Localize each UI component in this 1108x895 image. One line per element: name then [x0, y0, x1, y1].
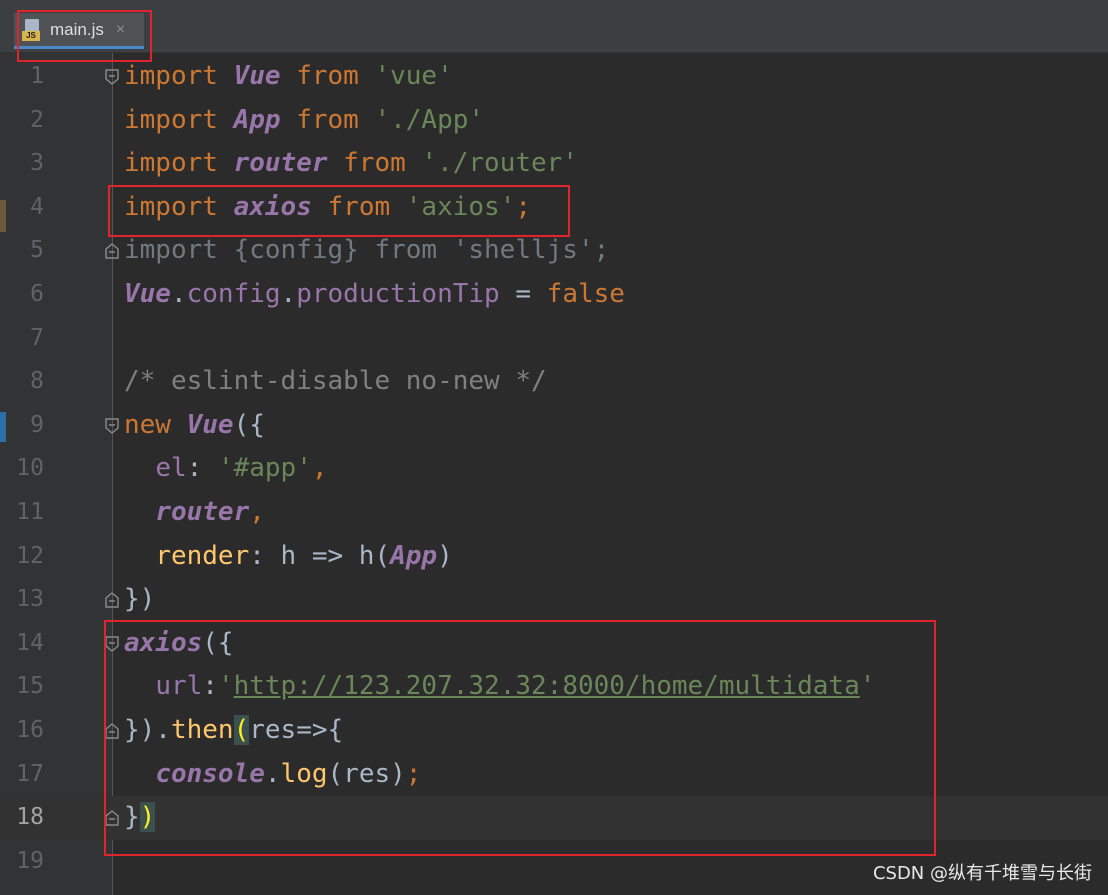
editor-tab-bar: JS main.js ×: [0, 0, 1108, 53]
code-text: import App from './App': [124, 99, 484, 143]
annotation-box-axios-call: [104, 620, 936, 856]
code-token: productionTip: [296, 278, 500, 309]
code-text: render: h => h(App): [124, 535, 453, 579]
fold-icon[interactable]: [104, 590, 120, 610]
code-token: /* eslint-disable no-new */: [124, 366, 547, 397]
line-number: 13: [16, 586, 44, 613]
line-number: 18: [16, 804, 44, 831]
code-line[interactable]: 9 new Vue({: [0, 404, 1108, 448]
code-token: '#app': [217, 453, 312, 484]
fold-icon[interactable]: [104, 241, 120, 261]
code-token: new: [124, 409, 187, 440]
code-token: ({: [233, 409, 265, 440]
line-number: 4: [30, 193, 44, 220]
code-token: import: [124, 148, 234, 179]
code-token: el: [155, 453, 187, 484]
line-number: 15: [16, 673, 44, 700]
code-token: Vue: [233, 61, 281, 91]
code-line[interactable]: 2 import App from './App': [0, 99, 1108, 143]
fold-icon[interactable]: [104, 67, 120, 87]
code-token: 'vue': [374, 61, 453, 91]
line-number: 3: [30, 150, 44, 177]
annotation-box-tab: [17, 10, 152, 62]
line-number: 14: [16, 629, 44, 656]
code-line[interactable]: 8 /* eslint-disable no-new */: [0, 360, 1108, 404]
code-text: el: '#app',: [124, 447, 328, 491]
code-text: import Vue from 'vue': [124, 55, 453, 99]
code-text: import router from './router': [124, 142, 578, 186]
code-token: render: [155, 540, 250, 571]
code-token: import: [124, 104, 234, 135]
watermark: CSDN @纵有千堆雪与长街: [872, 863, 1092, 884]
fold-icon[interactable]: [104, 416, 120, 436]
code-token: .: [170, 278, 187, 309]
line-number: 8: [30, 368, 44, 395]
line-number: 12: [16, 542, 44, 569]
code-token: Vue: [186, 409, 234, 440]
code-token: }): [124, 584, 156, 615]
code-token: false: [546, 278, 625, 309]
code-line[interactable]: 7: [0, 317, 1108, 361]
line-number: 2: [30, 106, 44, 133]
code-token: import {config} from 'shelljs';: [124, 235, 610, 266]
code-token: from: [280, 104, 375, 135]
code-token: :: [186, 453, 218, 484]
code-token: : h => h(: [249, 540, 391, 571]
code-token: Vue: [124, 278, 171, 309]
code-token: from: [327, 148, 422, 179]
line-number: 9: [30, 411, 44, 438]
code-text: router,: [124, 491, 265, 535]
line-number: 17: [16, 760, 44, 787]
code-line[interactable]: 1 import Vue from 'vue': [0, 55, 1108, 99]
code-token: ,: [311, 453, 328, 484]
code-token: router: [233, 148, 328, 179]
annotation-box-import-axios: [108, 185, 570, 237]
code-line[interactable]: 13}): [0, 578, 1108, 622]
code-text: new Vue({: [124, 404, 265, 448]
code-token: ): [437, 540, 453, 571]
code-token: ,: [249, 496, 265, 527]
code-token: App: [233, 104, 281, 135]
code-line[interactable]: 10 el: '#app',: [0, 447, 1108, 491]
code-text: Vue.config.productionTip = false: [124, 273, 625, 317]
code-line[interactable]: 12 render: h => h(App): [0, 535, 1108, 579]
line-number: 19: [16, 847, 44, 874]
code-line[interactable]: 11 router,: [0, 491, 1108, 535]
code-line[interactable]: 6 Vue.config.productionTip = false: [0, 273, 1108, 317]
code-token: './App': [374, 104, 485, 135]
code-token: App: [390, 540, 438, 571]
code-token: import: [124, 61, 234, 91]
line-number: 5: [30, 237, 44, 264]
code-token: './router': [421, 148, 578, 179]
code-line[interactable]: 3 import router from './router': [0, 142, 1108, 186]
code-token: from: [280, 61, 375, 91]
line-number: 16: [16, 716, 44, 743]
line-number: 11: [16, 498, 44, 525]
line-number: 6: [30, 280, 44, 307]
code-token: =: [499, 278, 547, 309]
code-token: config: [186, 278, 281, 309]
line-number: 7: [30, 324, 44, 351]
line-number: 10: [16, 455, 44, 482]
code-text: /* eslint-disable no-new */: [124, 360, 547, 404]
code-text: }): [124, 578, 155, 622]
code-token: router: [155, 496, 250, 527]
code-token: .: [280, 278, 297, 309]
